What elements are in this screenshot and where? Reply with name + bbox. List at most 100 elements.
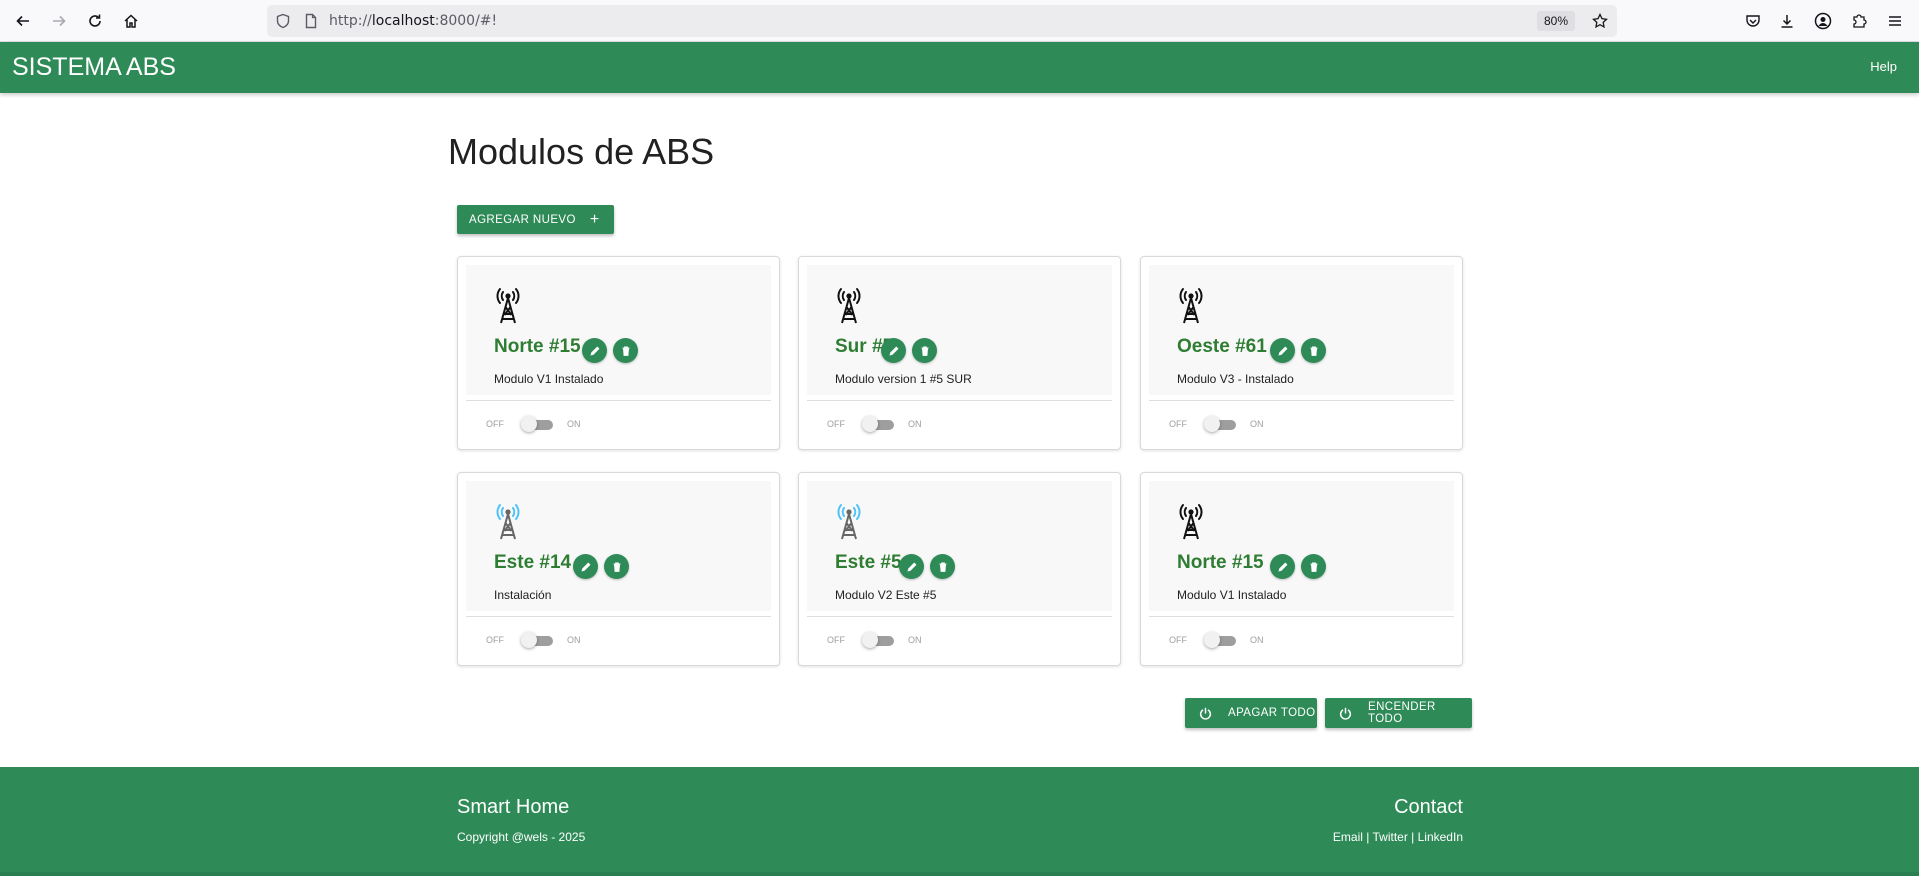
switch-on-label: ON bbox=[567, 635, 581, 645]
card-description: Instalación bbox=[494, 588, 552, 602]
delete-button[interactable] bbox=[930, 554, 955, 579]
url-prefix: http:// bbox=[329, 13, 372, 29]
power-icon bbox=[1199, 707, 1212, 720]
module-card: Sur #5 Modulo version 1 #5 SUR OFF ON bbox=[798, 256, 1121, 450]
back-icon[interactable] bbox=[11, 9, 35, 33]
browser-toolbar: http://localhost:8000/#! 80% bbox=[0, 0, 1919, 42]
url-bar[interactable]: http://localhost:8000/#! 80% bbox=[267, 5, 1617, 37]
switch-off-label: OFF bbox=[1169, 635, 1187, 645]
trash-icon bbox=[620, 345, 632, 357]
card-title: Este #5 bbox=[835, 552, 902, 573]
help-link[interactable]: Help bbox=[1870, 59, 1897, 74]
switch-off-label: OFF bbox=[827, 419, 845, 429]
card-content: Norte #15 Modulo V1 Instalado bbox=[1149, 481, 1454, 611]
trash-icon bbox=[919, 345, 931, 357]
url-text[interactable]: http://localhost:8000/#! bbox=[329, 13, 497, 29]
footer-contact-links[interactable]: Email | Twitter | LinkedIn bbox=[1333, 830, 1463, 844]
edit-button[interactable] bbox=[881, 338, 906, 363]
module-card: Norte #15 Modulo V1 Instalado OFF ON bbox=[1140, 472, 1463, 666]
card-description: Modulo V2 Este #5 bbox=[835, 588, 937, 602]
extensions-icon[interactable] bbox=[1847, 9, 1871, 33]
pocket-icon[interactable] bbox=[1741, 9, 1765, 33]
edit-button[interactable] bbox=[582, 338, 607, 363]
switch-on-label: ON bbox=[908, 419, 922, 429]
edit-button[interactable] bbox=[573, 554, 598, 579]
switch-toggle[interactable] bbox=[521, 632, 553, 648]
account-icon[interactable] bbox=[1811, 9, 1835, 33]
switch-off-label: OFF bbox=[827, 635, 845, 645]
card-divider bbox=[807, 400, 1112, 401]
reload-icon[interactable] bbox=[83, 9, 107, 33]
tower-icon bbox=[492, 501, 524, 541]
switch-toggle[interactable] bbox=[862, 632, 894, 648]
edit-button[interactable] bbox=[1270, 338, 1295, 363]
switch-toggle[interactable] bbox=[1204, 632, 1236, 648]
apagar-todo-button[interactable]: APAGAR TODO bbox=[1185, 698, 1317, 728]
power-switch: OFF ON bbox=[1169, 630, 1264, 650]
switch-off-label: OFF bbox=[486, 419, 504, 429]
switch-off-label: OFF bbox=[1169, 419, 1187, 429]
delete-button[interactable] bbox=[613, 338, 638, 363]
power-icon bbox=[1339, 707, 1352, 720]
card-divider bbox=[1149, 616, 1454, 617]
module-card: Norte #15 Modulo V1 Instalado OFF ON bbox=[457, 256, 780, 450]
switch-toggle[interactable] bbox=[1204, 416, 1236, 432]
brand-logo[interactable]: SISTEMA ABS bbox=[12, 53, 176, 82]
edit-button[interactable] bbox=[1270, 554, 1295, 579]
tower-icon bbox=[492, 285, 524, 325]
tower-icon bbox=[833, 285, 865, 325]
power-switch: OFF ON bbox=[827, 414, 922, 434]
switch-on-label: ON bbox=[1250, 419, 1264, 429]
forward-icon[interactable] bbox=[47, 9, 71, 33]
shield-icon[interactable] bbox=[275, 13, 291, 34]
module-card: Este #5 Modulo V2 Este #5 OFF ON bbox=[798, 472, 1121, 666]
tower-icon bbox=[1175, 501, 1207, 541]
menu-icon[interactable] bbox=[1883, 9, 1907, 33]
card-title: Norte #15 bbox=[1177, 552, 1264, 573]
card-title: Este #14 bbox=[494, 552, 572, 573]
switch-toggle[interactable] bbox=[521, 416, 553, 432]
delete-button[interactable] bbox=[912, 338, 937, 363]
card-title: Oeste #61 bbox=[1177, 336, 1267, 357]
card-content: Este #5 Modulo V2 Este #5 bbox=[807, 481, 1112, 611]
switch-on-label: ON bbox=[1250, 635, 1264, 645]
card-divider bbox=[466, 400, 771, 401]
edit-button[interactable] bbox=[899, 554, 924, 579]
card-description: Modulo V1 Instalado bbox=[1177, 588, 1287, 602]
switch-off-label: OFF bbox=[486, 635, 504, 645]
url-rest: :8000/#! bbox=[434, 13, 498, 29]
add-new-button[interactable]: AGREGAR NUEVO + bbox=[457, 205, 614, 234]
home-icon[interactable] bbox=[119, 9, 143, 33]
zoom-level[interactable]: 80% bbox=[1536, 11, 1575, 31]
card-description: Modulo V1 Instalado bbox=[494, 372, 604, 386]
delete-button[interactable] bbox=[1301, 554, 1326, 579]
module-card: Este #14 Instalación OFF ON bbox=[457, 472, 780, 666]
delete-button[interactable] bbox=[1301, 338, 1326, 363]
power-switch: OFF ON bbox=[486, 630, 581, 650]
app-header: SISTEMA ABS Help bbox=[0, 42, 1919, 93]
delete-button[interactable] bbox=[604, 554, 629, 579]
card-divider bbox=[1149, 400, 1454, 401]
card-title: Norte #15 bbox=[494, 336, 581, 357]
card-divider bbox=[466, 616, 771, 617]
star-icon[interactable] bbox=[1592, 12, 1608, 34]
add-new-label: AGREGAR NUEVO bbox=[469, 213, 576, 226]
module-card: Oeste #61 Modulo V3 - Instalado OFF ON bbox=[1140, 256, 1463, 450]
card-content: Oeste #61 Modulo V3 - Instalado bbox=[1149, 265, 1454, 395]
switch-toggle[interactable] bbox=[862, 416, 894, 432]
encender-todo-button[interactable]: ENCENDER TODO bbox=[1325, 698, 1472, 728]
card-content: Este #14 Instalación bbox=[466, 481, 771, 611]
card-divider bbox=[807, 616, 1112, 617]
power-switch: OFF ON bbox=[1169, 414, 1264, 434]
footer-bottom-strip bbox=[0, 872, 1919, 876]
trash-icon bbox=[937, 561, 949, 573]
switch-on-label: ON bbox=[567, 419, 581, 429]
pencil-icon bbox=[580, 561, 592, 573]
tower-icon bbox=[833, 501, 865, 541]
page-icon[interactable] bbox=[303, 13, 319, 34]
footer-contact-title: Contact bbox=[1394, 796, 1463, 818]
footer-copyright: Copyright @wels - 2025 bbox=[457, 830, 586, 844]
trash-icon bbox=[1308, 345, 1320, 357]
trash-icon bbox=[611, 561, 623, 573]
download-icon[interactable] bbox=[1775, 9, 1799, 33]
